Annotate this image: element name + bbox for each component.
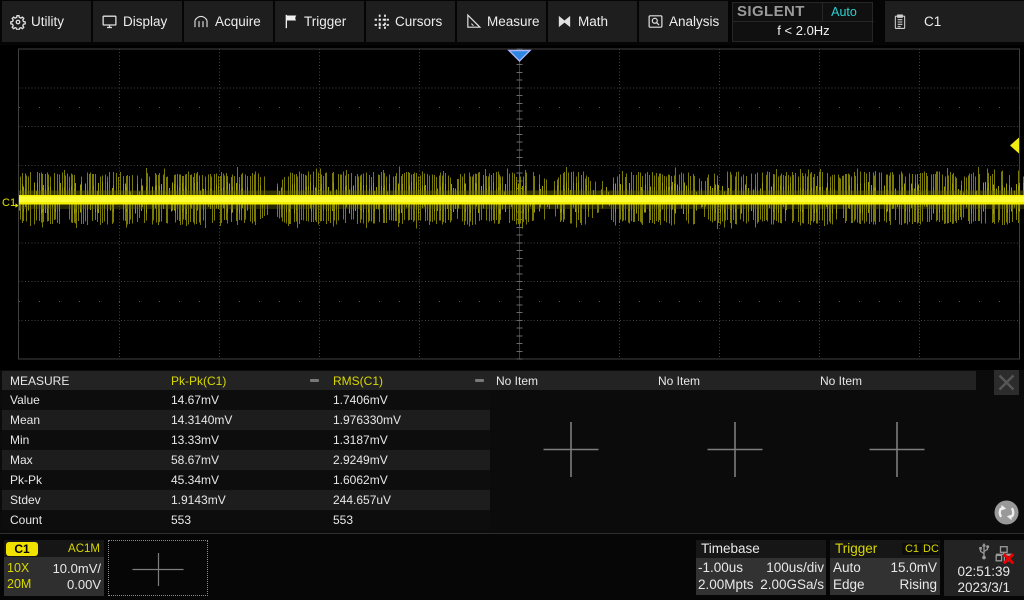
svg-text:C1: C1 <box>2 197 16 209</box>
